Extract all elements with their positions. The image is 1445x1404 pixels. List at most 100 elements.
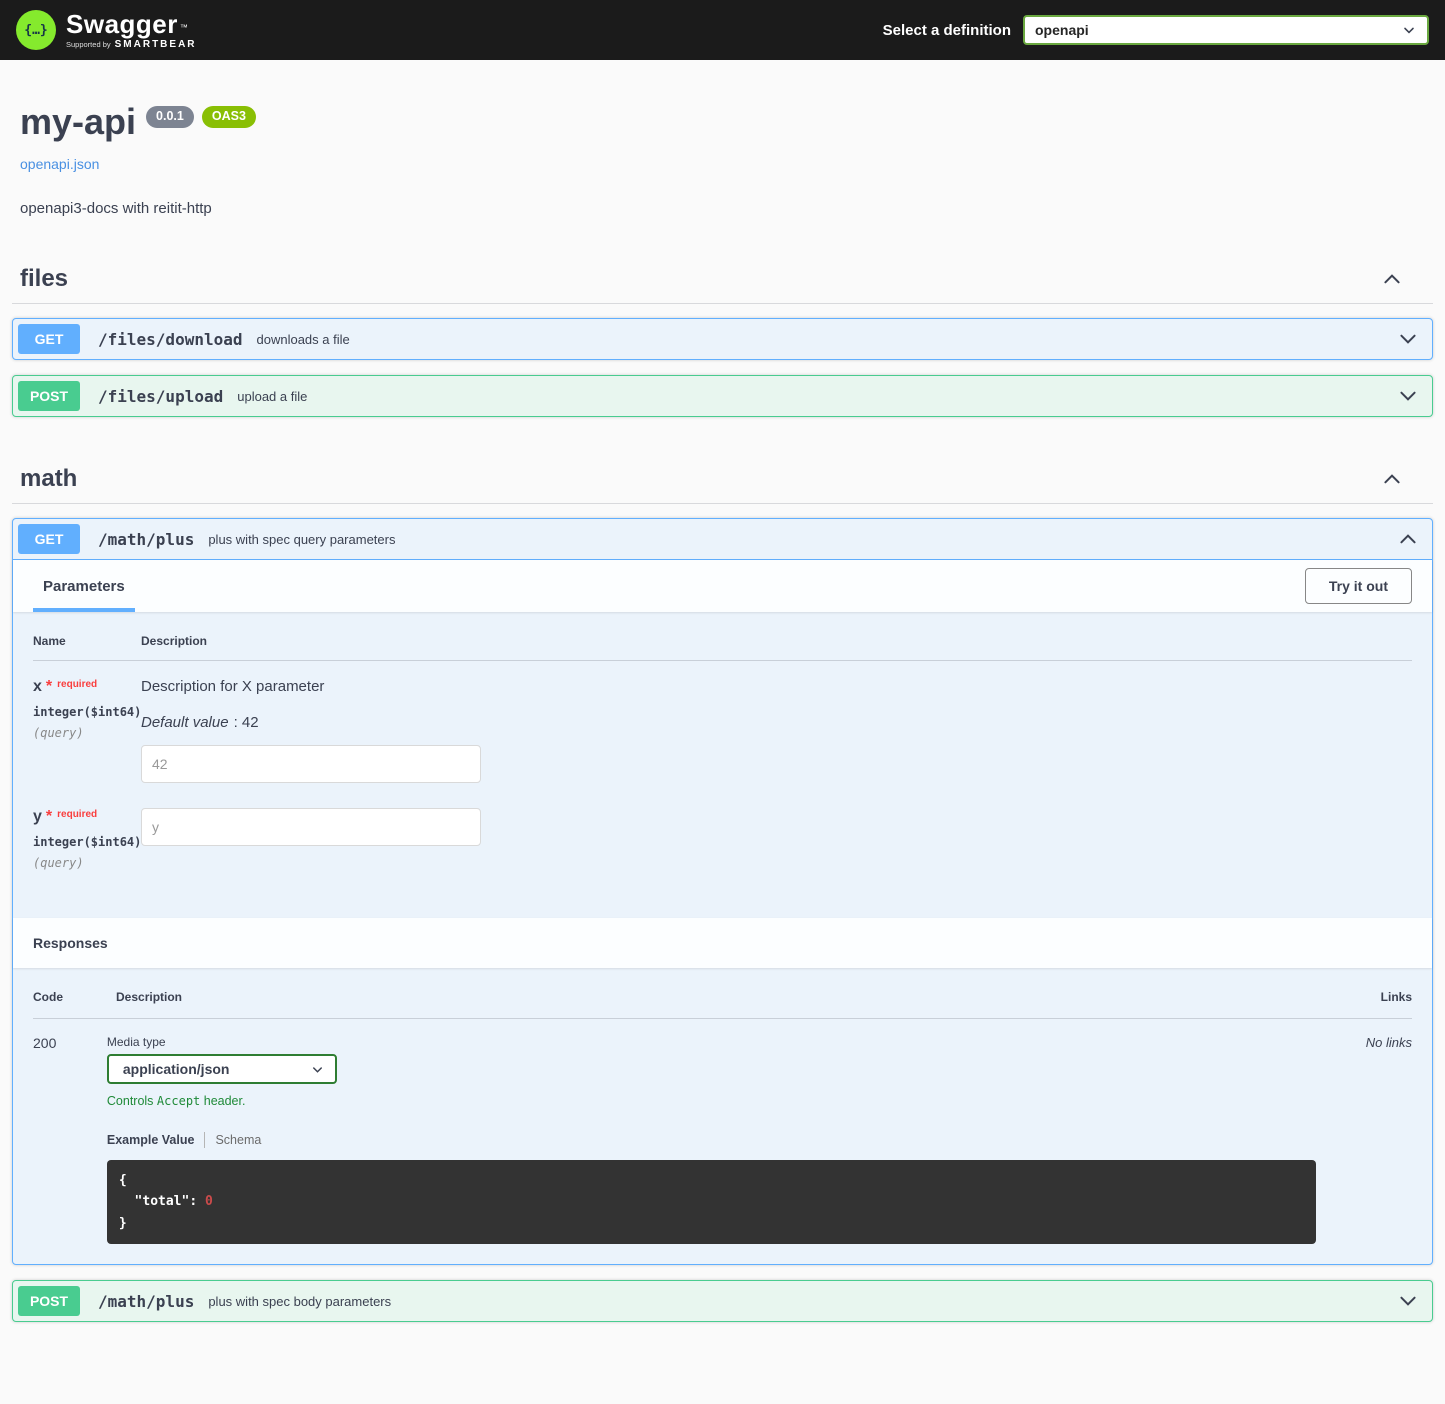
response-description-cell: Media type application/json Controls Acc… [107, 1035, 1332, 1244]
api-description: openapi3-docs with reitit-http [20, 200, 1425, 217]
response-links: No links [1332, 1035, 1412, 1244]
parameter-row-y: y* required integer($int64) (query) [33, 791, 1412, 870]
spec-link[interactable]: openapi.json [20, 156, 99, 172]
select-definition-label: Select a definition [883, 22, 1011, 39]
example-value-code-block: { "total": 0 } [107, 1160, 1316, 1244]
media-type-label: Media type [107, 1035, 1316, 1049]
trademark-symbol: ™ [180, 23, 188, 32]
parameters-section-header: Parameters Try it out [13, 560, 1432, 612]
parameter-type: integer($int64) [33, 705, 141, 719]
tag-section-files: files GET /files/download downloads a fi… [12, 255, 1433, 417]
tab-divider [204, 1132, 205, 1148]
page-title: my-api [20, 104, 136, 140]
description-column-header: Description [141, 634, 1412, 648]
responses-table-header: Code Description Links [33, 990, 1412, 1019]
parameter-name-cell: y* required integer($int64) (query) [33, 808, 141, 870]
try-it-out-button[interactable]: Try it out [1305, 568, 1412, 604]
parameter-name: x [33, 678, 42, 695]
logo-braces-glyph: {…} [24, 23, 47, 38]
parameters-table: Name Description x*required integer($int… [13, 612, 1432, 918]
media-type-select[interactable]: application/json [107, 1054, 337, 1084]
chevron-down-icon [1401, 22, 1417, 38]
operation-body: Parameters Try it out Name Description x… [13, 560, 1432, 1264]
supported-by-prefix: Supported by [66, 40, 111, 49]
parameter-description: Description for X parameter [141, 678, 1412, 695]
definition-select[interactable]: openapi [1023, 15, 1429, 45]
method-badge-get: GET [18, 524, 80, 554]
swagger-logo-icon: {…} [16, 10, 56, 50]
parameters-table-header: Name Description [33, 634, 1412, 661]
definition-select-value: openapi [1035, 22, 1089, 38]
parameter-name-cell: x* required integer($int64) (query) [33, 678, 141, 783]
brand-name: Swagger [66, 11, 178, 37]
operation-summary[interactable]: GET /math/plus plus with spec query para… [13, 519, 1432, 560]
tab-schema[interactable]: Schema [215, 1133, 261, 1147]
method-badge-post: POST [18, 381, 80, 411]
operation-path: /files/upload [98, 387, 223, 406]
chevron-up-icon[interactable] [1381, 268, 1403, 290]
parameter-location: (query) [33, 856, 141, 870]
chevron-down-icon [310, 1062, 325, 1077]
tab-example-value[interactable]: Example Value [107, 1133, 195, 1147]
required-star: * [46, 678, 52, 695]
default-value-label: Default value [141, 714, 229, 731]
api-info: my-api 0.0.1 OAS3 openapi.json openapi3-… [12, 60, 1433, 217]
json-number-value: 0 [205, 1194, 213, 1209]
parameter-x-input[interactable] [141, 745, 481, 783]
operation-summary[interactable]: GET /files/download downloads a file [13, 319, 1432, 359]
opblock-get-math-plus: GET /math/plus plus with spec query para… [12, 518, 1433, 1265]
tag-section-math: math GET /math/plus plus with spec query… [12, 455, 1433, 1322]
opblock-post-files-upload: POST /files/upload upload a file [12, 375, 1433, 417]
required-label: required [57, 679, 97, 690]
definition-selector: Select a definition openapi [883, 15, 1429, 45]
operation-path: /files/download [98, 330, 243, 349]
tab-parameters[interactable]: Parameters [33, 561, 135, 612]
oas3-badge: OAS3 [202, 106, 256, 128]
tag-title: files [20, 265, 68, 293]
tag-header-files[interactable]: files [12, 255, 1433, 304]
description-column-header: Description [116, 990, 1322, 1004]
links-column-header: Links [1322, 990, 1412, 1004]
tag-title: math [20, 465, 77, 493]
method-badge-post: POST [18, 1286, 80, 1316]
opblock-get-files-download: GET /files/download downloads a file [12, 318, 1433, 360]
smartbear-wordmark: SMARTBEAR [115, 39, 197, 50]
accept-header-note: Controls Accept header. [107, 1094, 1316, 1108]
default-value-text: : 42 [234, 714, 259, 731]
parameter-description-cell [141, 808, 1412, 870]
opblock-post-math-plus: POST /math/plus plus with spec body para… [12, 1280, 1433, 1322]
operation-summary[interactable]: POST /files/upload upload a file [13, 376, 1432, 416]
media-type-value: application/json [123, 1061, 230, 1077]
operation-description: plus with spec body parameters [208, 1294, 391, 1309]
topbar: {…} Swagger ™ Supported by SMARTBEAR Sel… [0, 0, 1445, 60]
required-star: * [46, 808, 52, 825]
operation-description: plus with spec query parameters [208, 532, 395, 547]
parameter-name: y [33, 808, 42, 825]
tag-header-math[interactable]: math [12, 455, 1433, 504]
responses-section-header: Responses [13, 918, 1432, 968]
parameter-y-input[interactable] [141, 808, 481, 846]
required-label: required [57, 809, 97, 820]
parameter-row-x: x* required integer($int64) (query) Descr… [33, 661, 1412, 783]
chevron-down-icon[interactable] [1397, 385, 1419, 407]
chevron-down-icon[interactable] [1397, 1290, 1419, 1312]
operation-summary[interactable]: POST /math/plus plus with spec body para… [13, 1281, 1432, 1321]
operation-description: downloads a file [257, 332, 350, 347]
chevron-up-icon[interactable] [1381, 468, 1403, 490]
parameter-default: Default value : 42 [141, 714, 1412, 731]
operation-path: /math/plus [98, 530, 194, 549]
method-badge-get: GET [18, 324, 80, 354]
chevron-up-icon[interactable] [1397, 528, 1419, 550]
chevron-down-icon[interactable] [1397, 328, 1419, 350]
response-code: 200 [33, 1035, 107, 1244]
name-column-header: Name [33, 634, 141, 648]
parameter-location: (query) [33, 726, 141, 740]
supported-by: Supported by SMARTBEAR [66, 39, 197, 50]
parameter-type: integer($int64) [33, 835, 141, 849]
version-badge: 0.0.1 [146, 106, 194, 128]
code-column-header: Code [33, 990, 116, 1004]
swagger-brand-link[interactable]: {…} Swagger ™ Supported by SMARTBEAR [16, 10, 197, 50]
brand-text: Swagger ™ Supported by SMARTBEAR [66, 11, 197, 50]
operation-description: upload a file [237, 389, 307, 404]
operation-path: /math/plus [98, 1292, 194, 1311]
